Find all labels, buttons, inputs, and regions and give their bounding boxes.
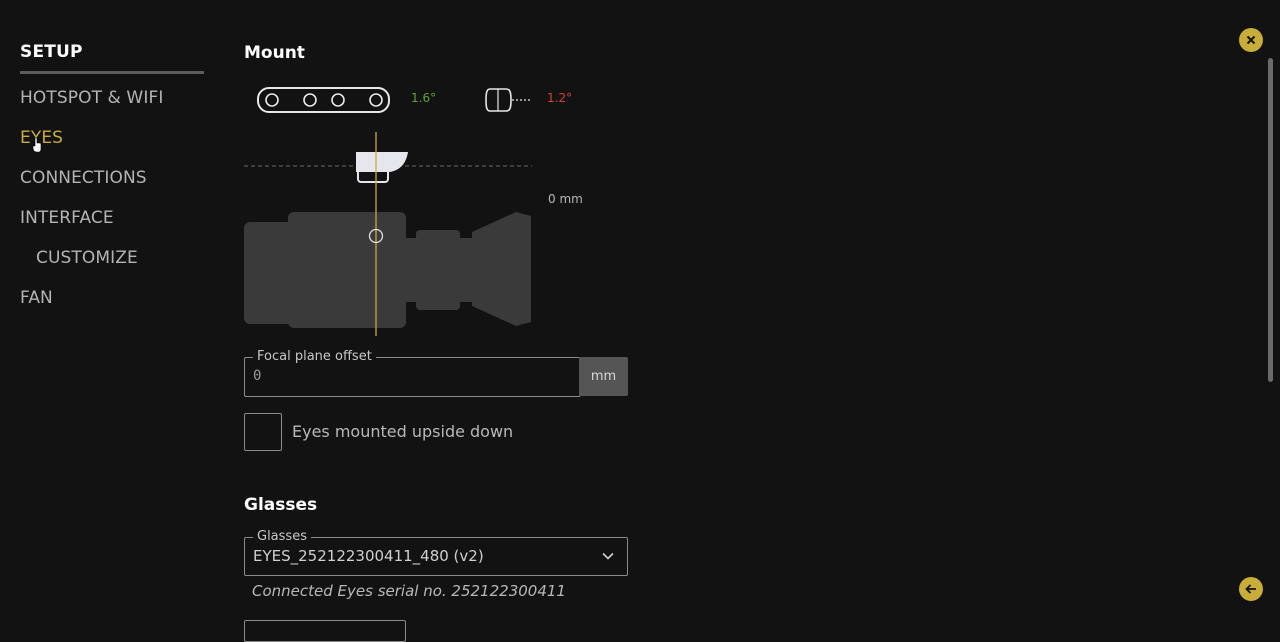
close-icon bbox=[1246, 35, 1256, 45]
tilt-angle-readout: 1.6° bbox=[411, 91, 437, 105]
offset-readout: 0 mm bbox=[548, 192, 583, 206]
eyes-device-icon bbox=[356, 152, 408, 183]
chevron-down-icon bbox=[602, 552, 614, 560]
sidebar-item-customize[interactable]: CUSTOMIZE bbox=[36, 248, 138, 268]
glasses-selected-value: EYES_252122300411_480 (v2) bbox=[253, 547, 484, 565]
focal-plane-offset-label: Focal plane offset bbox=[253, 349, 376, 364]
connected-serial-note: Connected Eyes serial no. 252122300411 bbox=[252, 582, 566, 600]
mount-heading: Mount bbox=[244, 43, 305, 63]
sidebar-title: SETUP bbox=[20, 42, 83, 62]
camera-silhouette bbox=[244, 212, 531, 328]
sidebar-title-underline bbox=[20, 71, 204, 74]
glasses-action-button[interactable] bbox=[244, 620, 406, 642]
mount-diagram bbox=[244, 87, 532, 336]
upside-down-label[interactable]: Eyes mounted upside down bbox=[292, 422, 513, 441]
tilt-bar-icon bbox=[257, 87, 390, 113]
focal-plane-offset-field[interactable]: Focal plane offset 0 bbox=[244, 349, 580, 397]
scrollbar[interactable] bbox=[1268, 58, 1273, 382]
sidebar: SETUP HOTSPOT & WIFI EYES CONNECTIONS IN… bbox=[0, 0, 220, 629]
back-button[interactable] bbox=[1239, 577, 1263, 601]
glasses-field-label: Glasses bbox=[253, 529, 311, 544]
sidebar-item-hotspot-wifi[interactable]: HOTSPOT & WIFI bbox=[20, 88, 163, 108]
sidebar-item-connections[interactable]: CONNECTIONS bbox=[20, 168, 147, 188]
focal-plane-unit: mm bbox=[579, 357, 628, 396]
sidebar-item-fan[interactable]: FAN bbox=[20, 288, 53, 308]
close-button[interactable] bbox=[1239, 28, 1263, 52]
upside-down-checkbox[interactable] bbox=[244, 413, 282, 451]
roll-angle-readout: 1.2° bbox=[547, 91, 573, 105]
glasses-heading: Glasses bbox=[244, 495, 318, 515]
glasses-select[interactable]: Glasses EYES_252122300411_480 (v2) bbox=[244, 529, 628, 576]
mouse-pointer-icon bbox=[32, 137, 42, 153]
arrow-left-icon bbox=[1245, 584, 1256, 594]
roll-side-icon bbox=[485, 88, 530, 112]
sidebar-item-interface[interactable]: INTERFACE bbox=[20, 208, 114, 228]
focal-plane-offset-input[interactable]: 0 bbox=[253, 368, 261, 384]
